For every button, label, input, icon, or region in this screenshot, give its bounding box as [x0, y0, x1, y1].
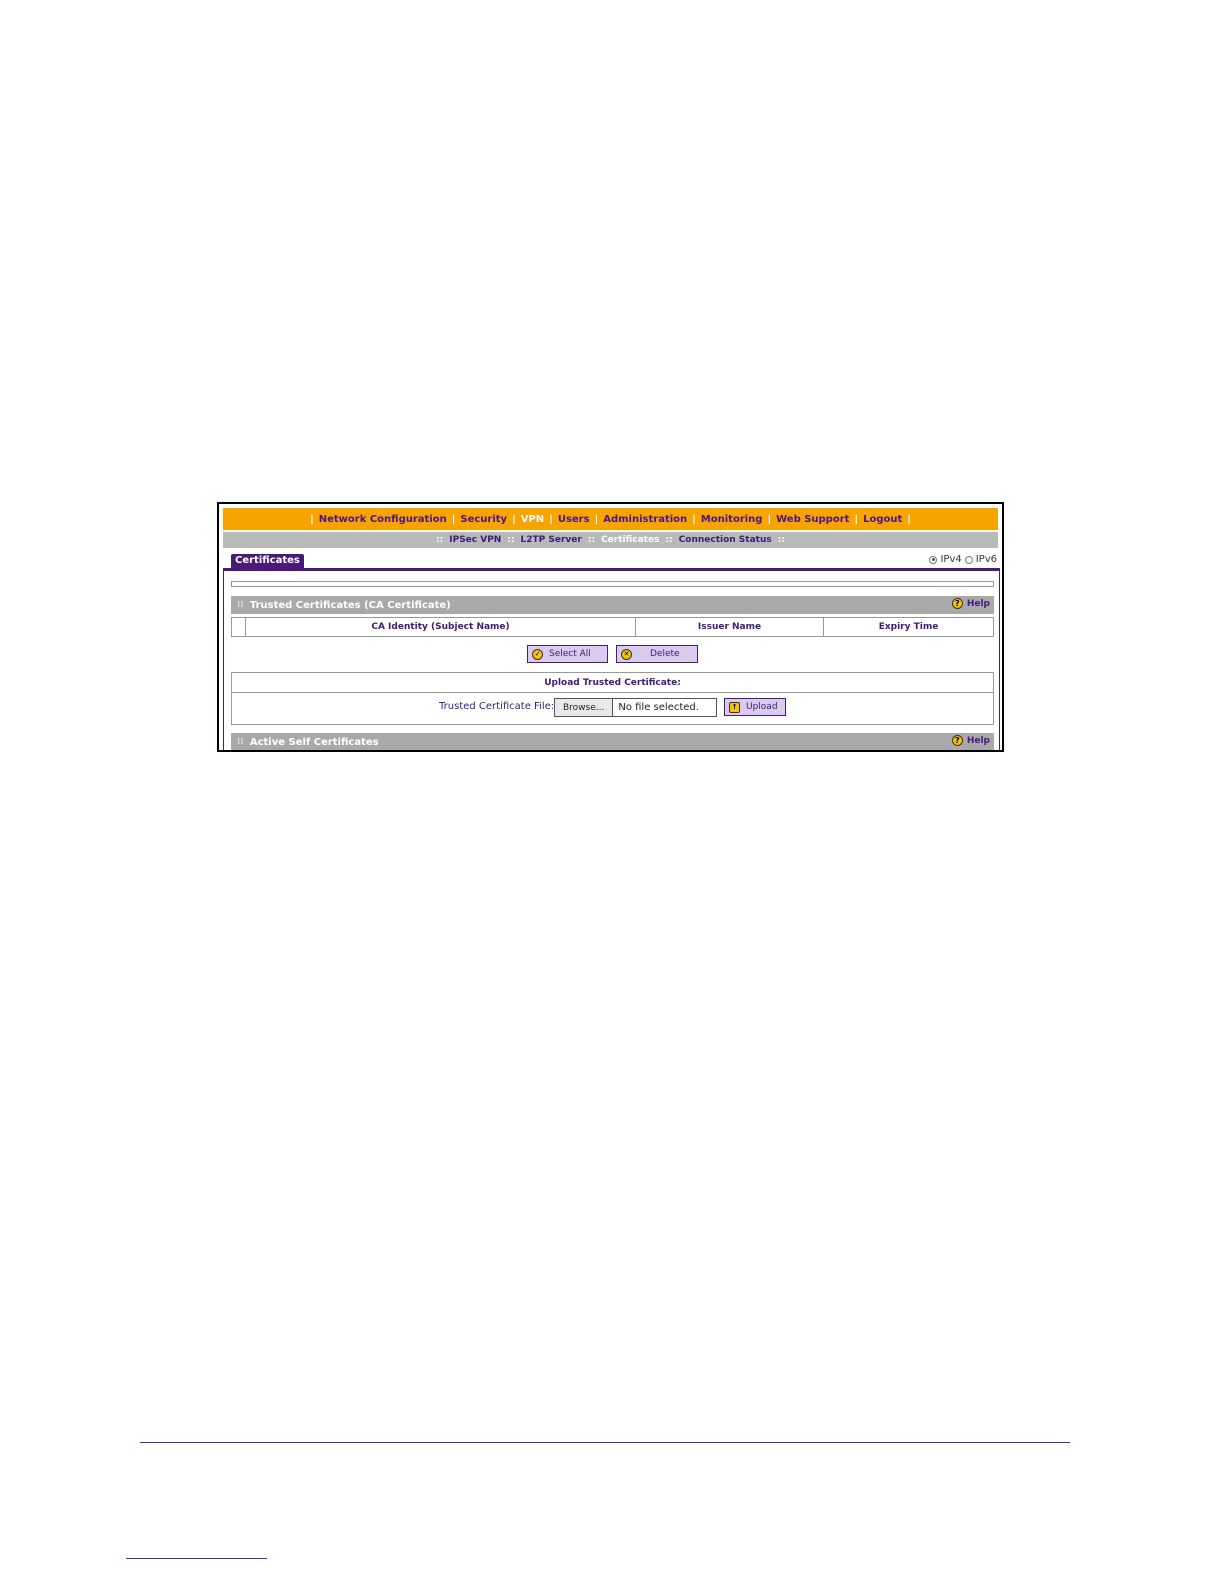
nav-vpn[interactable]: VPN	[521, 514, 544, 525]
footer-rule	[126, 1558, 267, 1559]
ip-version-selector: IPv4 IPv6	[929, 554, 997, 565]
delete-x-icon: ✕	[621, 648, 632, 660]
nav-monitoring[interactable]: Monitoring	[701, 514, 763, 525]
select-all-button[interactable]: ✓ Select All	[527, 645, 608, 663]
file-status-text: No file selected.	[618, 702, 699, 713]
trusted-certificates-header: ⁝⁝ Trusted Certificates (CA Certificate)…	[231, 596, 994, 614]
router-admin-window: | Network Configuration | Security | VPN…	[217, 502, 1004, 752]
column-issuer-name: Issuer Name	[636, 618, 824, 636]
active-self-certificates-header: ⁝⁝ Active Self Certificates ? Help	[231, 733, 994, 750]
upload-trusted-certificate-title: Upload Trusted Certificate:	[232, 673, 993, 693]
nav-users[interactable]: Users	[558, 514, 590, 525]
active-self-certificates-title: Active Self Certificates	[249, 736, 379, 748]
check-icon: ✓	[532, 648, 543, 660]
browse-button[interactable]: Browse...	[555, 699, 614, 716]
grip-icon: ⁝⁝	[237, 737, 244, 747]
subnav-certificates[interactable]: Certificates	[601, 535, 659, 545]
trusted-certificates-table-header: CA Identity (Subject Name) Issuer Name E…	[231, 617, 994, 637]
nav-network-configuration[interactable]: Network Configuration	[319, 514, 447, 525]
upload-icon: ↑	[729, 701, 740, 713]
nav-logout[interactable]: Logout	[863, 514, 902, 525]
nav-administration[interactable]: Administration	[603, 514, 687, 525]
trusted-certificate-file-input[interactable]: Browse... No file selected.	[554, 698, 717, 717]
column-ca-identity: CA Identity (Subject Name)	[246, 618, 636, 636]
ipv4-radio[interactable]	[929, 555, 938, 564]
active-self-help-link[interactable]: ? Help	[951, 735, 990, 746]
help-icon: ?	[951, 735, 963, 746]
upload-button[interactable]: ↑ Upload	[724, 698, 786, 716]
trusted-certificate-file-label: Trusted Certificate File:	[439, 701, 555, 712]
upload-trusted-certificate-box: Upload Trusted Certificate: Trusted Cert…	[231, 672, 994, 725]
ipv6-label: IPv6	[975, 554, 997, 565]
column-expiry-time: Expiry Time	[878, 622, 939, 632]
delete-button[interactable]: ✕ Delete	[616, 645, 698, 663]
trusted-certificates-title: Trusted Certificates (CA Certificate)	[249, 599, 451, 611]
message-bar	[231, 581, 994, 587]
main-nav: | Network Configuration | Security | VPN…	[223, 508, 998, 530]
nav-web-support[interactable]: Web Support	[776, 514, 849, 525]
ipv4-label: IPv4	[940, 554, 962, 565]
nav-security[interactable]: Security	[460, 514, 507, 525]
help-icon: ?	[951, 598, 963, 609]
trusted-help-link[interactable]: ? Help	[951, 598, 990, 609]
page-divider	[140, 1442, 1070, 1443]
select-column-header	[232, 618, 246, 636]
grip-icon: ⁝⁝	[237, 600, 244, 610]
tab-certificates[interactable]: Certificates	[231, 554, 304, 568]
ipv6-radio[interactable]	[964, 555, 973, 564]
subnav-connection-status[interactable]: Connection Status	[679, 535, 772, 545]
subnav-ipsec-vpn[interactable]: IPSec VPN	[449, 535, 501, 545]
subnav-l2tp-server[interactable]: L2TP Server	[521, 535, 582, 545]
sub-nav: :: IPSec VPN :: L2TP Server :: Certifica…	[223, 532, 998, 548]
